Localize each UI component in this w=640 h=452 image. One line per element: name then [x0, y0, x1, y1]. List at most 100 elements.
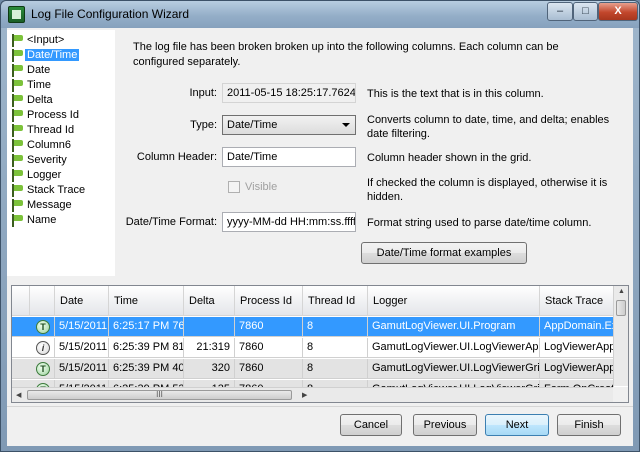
scrollbar-corner: [613, 387, 628, 402]
grid-horizontal-scrollbar[interactable]: ◀ III ▶: [12, 387, 614, 402]
input-hint: This is the text that is in this column.: [367, 88, 544, 100]
grid-header-time[interactable]: Time: [109, 286, 184, 316]
flag-icon: [11, 109, 24, 122]
input-label: Input:: [189, 87, 217, 99]
column-item-label: Thread Id: [27, 124, 75, 136]
vertical-scroll-thumb[interactable]: [616, 300, 626, 316]
column-item-datetime[interactable]: Date/Time: [9, 48, 113, 63]
scroll-right-icon[interactable]: ▶: [302, 391, 307, 399]
cancel-button[interactable]: Cancel: [340, 414, 402, 436]
app-icon: [8, 6, 25, 23]
grid-header-process-id[interactable]: Process Id: [235, 286, 303, 316]
maximize-button[interactable]: □: [573, 2, 598, 21]
panel-description: The log file has been broken broken up i…: [133, 41, 559, 68]
column-item-message[interactable]: Message: [9, 198, 113, 213]
grid-cell-stack-trace: LogViewerAppF: [540, 338, 614, 358]
close-button[interactable]: X: [598, 2, 638, 21]
grid-cell-process-id: 7860: [235, 317, 303, 337]
column-item-label: Date/Time: [25, 49, 80, 61]
column-item-label: Date: [27, 64, 51, 76]
grid-cell-delta: [184, 317, 235, 337]
footer-separator: [7, 406, 633, 407]
visible-hint: If checked the column is displayed, othe…: [367, 177, 608, 203]
flag-icon: [11, 49, 24, 62]
grid-cell-thread-id: 8: [303, 338, 368, 358]
chevron-down-icon: [342, 123, 350, 127]
grid-cell-delta: 21:319: [184, 338, 235, 358]
column-item-stack-trace[interactable]: Stack Trace: [9, 183, 113, 198]
grid-header-stack-trace[interactable]: Stack Trace: [540, 286, 614, 316]
scroll-left-icon[interactable]: ◀: [16, 391, 21, 399]
scroll-up-icon[interactable]: ▲: [618, 288, 625, 295]
previous-button[interactable]: Previous: [413, 414, 477, 436]
datetime-format-input[interactable]: yyyy-MM-dd HH:mm:ss.ffff: [222, 212, 356, 232]
visible-checkbox-label: Visible: [245, 181, 278, 193]
grid-cell-date: 5/15/2011: [55, 338, 109, 358]
type-hint: Converts column to date, time, and delta…: [367, 114, 610, 140]
flag-icon: [11, 139, 24, 152]
column-item-label: Logger: [27, 169, 62, 181]
grid-cell-time: 6:25:39 PM 81: [109, 338, 184, 358]
grid-header-delta[interactable]: Delta: [184, 286, 235, 316]
column-header-input[interactable]: Date/Time: [222, 147, 356, 167]
grid-cell-level: T: [30, 359, 55, 379]
grid-cell-stack-trace: LogViewerAppF: [540, 359, 614, 379]
datetime-format-examples-button[interactable]: Date/Time format examples: [361, 242, 527, 264]
column-header-hint: Column header shown in the grid.: [367, 152, 532, 164]
column-item-date[interactable]: Date: [9, 63, 113, 78]
column-item-input[interactable]: <Input>: [9, 33, 113, 48]
type-select[interactable]: Date/Time: [222, 115, 356, 135]
grid-header-date[interactable]: Date: [55, 286, 109, 316]
grid-header-corner: [12, 286, 30, 316]
next-button[interactable]: Next: [485, 414, 549, 436]
visible-checkbox[interactable]: [228, 181, 240, 193]
column-item-logger[interactable]: Logger: [9, 168, 113, 183]
horizontal-scroll-thumb[interactable]: III: [27, 390, 292, 400]
grid-header-level[interactable]: [30, 286, 55, 316]
grid-header-logger[interactable]: Logger: [368, 286, 540, 316]
grid-cell-logger: GamutLogViewer.UI.LogViewerAppForm: [368, 338, 540, 358]
type-label: Type:: [190, 119, 217, 131]
column-item-label: Message: [27, 199, 72, 211]
minimize-button[interactable]: –: [547, 2, 573, 21]
type-select-value: Date/Time: [227, 119, 278, 131]
column-item-label: Name: [27, 214, 57, 226]
grid-cell-process-id: 7860: [235, 359, 303, 379]
grid-cell-process-id: 7860: [235, 338, 303, 358]
grid-cell-logger: GamutLogViewer.UI.LogViewerGridForm: [368, 359, 540, 379]
column-item-label: Process Id: [27, 109, 79, 121]
flag-icon: [11, 34, 24, 47]
datetime-format-hint: Format string used to parse date/time co…: [367, 217, 592, 229]
window-title: Log File Configuration Wizard: [31, 7, 190, 21]
title-bar[interactable]: Log File Configuration Wizard – □ X: [1, 1, 639, 28]
finish-button[interactable]: Finish: [557, 414, 621, 436]
input-field: 2011-05-15 18:25:17.7624: [222, 83, 356, 103]
grid-cell-date: 5/15/2011: [55, 317, 109, 337]
grid-cell-thread-id: 8: [303, 317, 368, 337]
column-header-label: Column Header:: [136, 151, 217, 163]
flag-icon: [11, 79, 24, 92]
column-settings-panel: The log file has been broken broken up i…: [117, 30, 629, 276]
flag-icon: [11, 154, 24, 167]
grid-cell-level: T: [30, 317, 55, 337]
flag-icon: [11, 64, 24, 77]
wizard-window: Log File Configuration Wizard – □ X <Inp…: [0, 0, 640, 452]
flag-icon: [11, 124, 24, 137]
grid-cell-stack-trace: AppDomain.Exe: [540, 317, 614, 337]
trace-level-icon: T: [36, 362, 50, 376]
grid-row[interactable]: T 5/15/2011 6:25:39 PM 401 320 7860 8 Ga…: [12, 359, 614, 379]
grid-cell-thread-id: 8: [303, 359, 368, 379]
grid-header-thread-id[interactable]: Thread Id: [303, 286, 368, 316]
preview-grid[interactable]: Date Time Delta Process Id Thread Id Log…: [11, 285, 629, 403]
flag-icon: [11, 199, 24, 212]
grid-row[interactable]: i 5/15/2011 6:25:39 PM 81 21:319 7860 8 …: [12, 338, 614, 358]
grid-vertical-scrollbar[interactable]: ▲: [613, 286, 628, 386]
grid-cell-time: 6:25:17 PM 762: [109, 317, 184, 337]
datetime-format-label: Date/Time Format:: [125, 216, 217, 228]
info-level-icon: i: [36, 341, 50, 355]
grid-cell-time: 6:25:39 PM 401: [109, 359, 184, 379]
flag-icon: [11, 94, 24, 107]
grid-row[interactable]: T 5/15/2011 6:25:17 PM 762 7860 8 GamutL…: [12, 317, 614, 337]
wizard-client-area: <Input> Date/Time Date Time Delta Proces…: [7, 28, 633, 446]
grid-header: Date Time Delta Process Id Thread Id Log…: [12, 286, 614, 316]
